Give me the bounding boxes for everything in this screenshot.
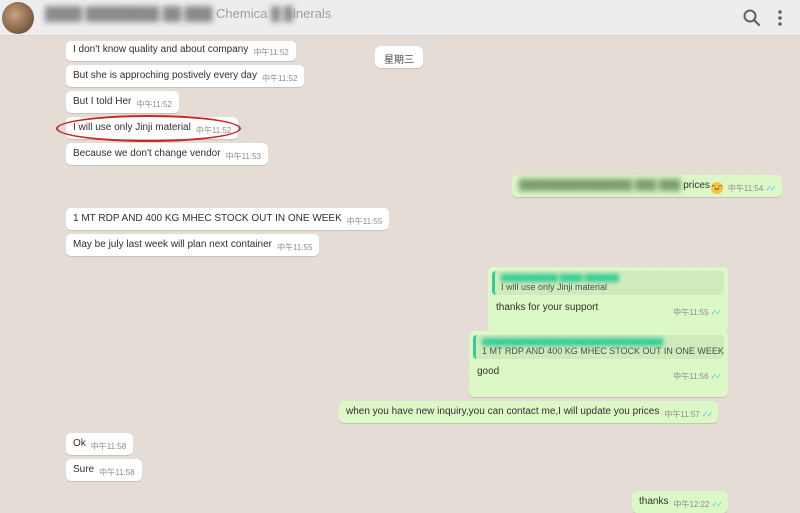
message-incoming[interactable]: Because we don't change vendor 中午11:53 — [66, 143, 269, 165]
message-list[interactable]: 星期三 I don't know quality and about compa… — [0, 36, 800, 513]
message-incoming[interactable]: May be july last week will plan next con… — [66, 234, 320, 256]
contact-name[interactable]: ████ ████████ ██ ███ Chemica █ █inerals — [45, 6, 331, 21]
more-vertical-icon[interactable] — [770, 8, 790, 28]
message-incoming[interactable]: But she is approching postively every da… — [66, 65, 305, 87]
search-icon[interactable] — [742, 8, 762, 28]
read-receipt-icon: ✓✓ — [765, 184, 776, 193]
message-outgoing[interactable]: ████████████████ ███ ███ prices ᵔᴗᵔ 中午11:5… — [512, 175, 782, 197]
read-receipt-icon: ✓✓ — [711, 500, 723, 509]
contact-avatar[interactable] — [2, 2, 34, 34]
quoted-message[interactable]: ██████████ ████ ██████ I will use only J… — [492, 271, 724, 295]
message-incoming[interactable]: I will use only Jinji material 中午11:52 — [66, 117, 239, 139]
message-outgoing[interactable]: thanks 中午12:22 ✓✓ — [632, 491, 728, 513]
grinning-face-emoji-icon: ᵔᴗᵔ — [710, 182, 723, 194]
read-receipt-icon: ✓✓ — [701, 410, 713, 419]
chat-header: ████ ████████ ██ ███ Chemica █ █inerals — [0, 0, 800, 36]
read-receipt-icon: ✓✓ — [710, 308, 722, 317]
message-incoming[interactable]: But I told Her 中午11:52 — [66, 91, 179, 113]
message-incoming[interactable]: Ok 中午11:58 — [66, 433, 134, 455]
date-separator: 星期三 — [375, 46, 423, 68]
message-incoming[interactable]: 1 MT RDP AND 400 KG MHEC STOCK OUT IN ON… — [66, 208, 390, 230]
message-outgoing-reply[interactable]: ████████████████████████████████ 1 MT RD… — [469, 331, 728, 397]
message-incoming[interactable]: Sure 中午11:58 — [66, 459, 142, 481]
message-incoming[interactable]: I don't know quality and about company 中午… — [66, 41, 296, 61]
message-outgoing[interactable]: when you have new inquiry,you can contac… — [339, 401, 719, 423]
message-outgoing-reply[interactable]: ██████████ ████ ██████ I will use only J… — [488, 267, 728, 333]
read-receipt-icon: ✓✓ — [710, 372, 722, 381]
quoted-message[interactable]: ████████████████████████████████ 1 MT RD… — [473, 335, 724, 359]
